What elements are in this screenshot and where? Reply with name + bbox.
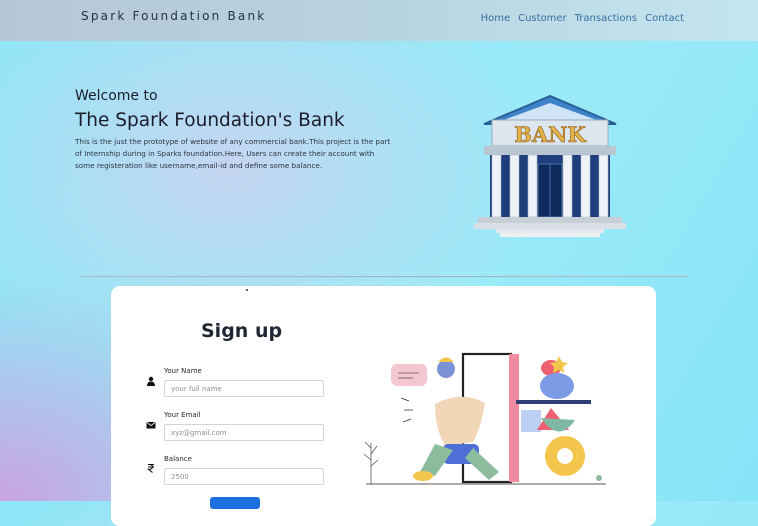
register-button[interactable] [210, 497, 260, 509]
email-input[interactable] [164, 424, 324, 441]
hero-welcome: Welcome to [75, 88, 158, 104]
nav-link-contact[interactable]: Contact [645, 13, 684, 24]
envelope-icon [146, 421, 156, 429]
signup-illustration [363, 352, 606, 485]
user-icon [147, 376, 155, 386]
balance-label: Balance [164, 455, 192, 463]
name-label: Your Name [164, 367, 202, 375]
rupee-icon [146, 463, 154, 473]
name-input[interactable] [164, 380, 324, 397]
email-label: Your Email [164, 411, 201, 419]
balance-input[interactable] [164, 468, 324, 485]
bank-building-illustration: BANK [474, 94, 626, 237]
nav-link-customer[interactable]: Customer [518, 13, 567, 24]
hero-description: This is the just the prototype of websit… [75, 137, 391, 170]
signup-title: Sign up [201, 320, 283, 342]
nav-links: Home Customer Transactions Contact [481, 13, 684, 24]
nav-link-home[interactable]: Home [481, 13, 511, 24]
nav-link-transactions[interactable]: Transactions [575, 13, 637, 24]
hero-title: The Spark Foundation's Bank [75, 110, 345, 131]
navbar: Spark Foundation Bank Home Customer Tran… [0, 0, 758, 41]
bank-sign-text: BANK [514, 122, 586, 147]
dot-mark [246, 289, 248, 291]
signup-card: Sign up Your Name Your Email Balance [111, 286, 656, 526]
brand-name[interactable]: Spark Foundation Bank [81, 9, 266, 23]
section-divider [80, 276, 688, 277]
